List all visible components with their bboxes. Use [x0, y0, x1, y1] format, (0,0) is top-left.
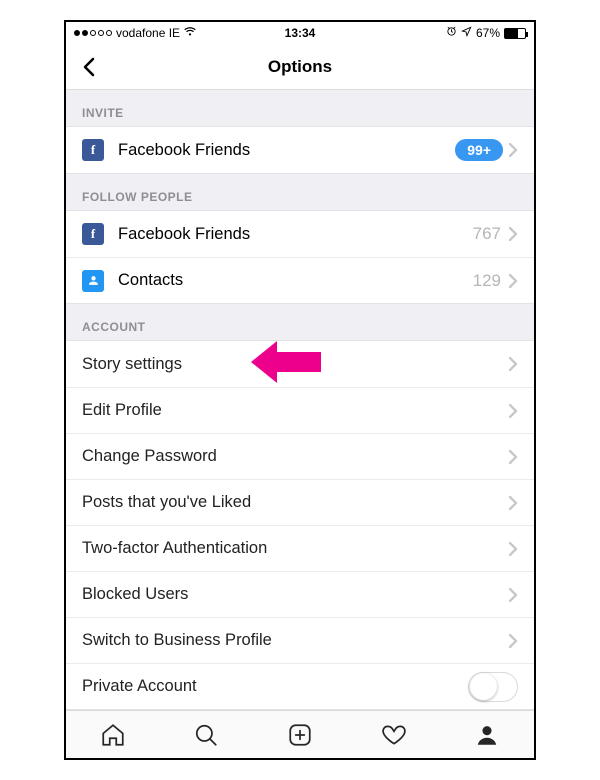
private-account-row[interactable]: Private Account — [66, 663, 534, 709]
count-badge: 99+ — [455, 139, 503, 161]
tab-new-post[interactable] — [253, 711, 347, 758]
chevron-right-icon — [509, 496, 518, 510]
facebook-icon: f — [82, 223, 104, 245]
section-header-invite: INVITE — [66, 90, 534, 126]
search-icon — [193, 722, 219, 748]
row-count: 129 — [473, 271, 501, 291]
row-label: Change Password — [82, 447, 509, 466]
follow-list: f Facebook Friends 767 Contacts 129 — [66, 210, 534, 304]
row-label: Two-factor Authentication — [82, 539, 509, 558]
row-label: Private Account — [82, 677, 468, 696]
status-right: 67% — [446, 26, 526, 40]
section-header-follow: FOLLOW PEOPLE — [66, 174, 534, 210]
toggle-knob — [470, 673, 497, 700]
profile-icon — [474, 722, 500, 748]
signal-strength-icon — [74, 30, 112, 36]
chevron-right-icon — [509, 588, 518, 602]
row-label: Blocked Users — [82, 585, 509, 604]
battery-percent: 67% — [476, 26, 500, 40]
row-label: Facebook Friends — [118, 225, 473, 244]
location-icon — [461, 26, 472, 40]
two-factor-row[interactable]: Two-factor Authentication — [66, 525, 534, 571]
chevron-right-icon — [509, 404, 518, 418]
status-left: vodafone IE — [74, 26, 196, 40]
follow-facebook-friends-row[interactable]: f Facebook Friends 767 — [66, 211, 534, 257]
chevron-right-icon — [509, 450, 518, 464]
tab-activity[interactable] — [347, 711, 441, 758]
clock: 13:34 — [285, 26, 316, 40]
tab-profile[interactable] — [440, 711, 534, 758]
chevron-right-icon — [509, 542, 518, 556]
row-label: Facebook Friends — [118, 141, 455, 160]
invite-list: f Facebook Friends 99+ — [66, 126, 534, 174]
tab-search[interactable] — [160, 711, 254, 758]
switch-business-row[interactable]: Switch to Business Profile — [66, 617, 534, 663]
edit-profile-row[interactable]: Edit Profile — [66, 387, 534, 433]
contacts-icon — [82, 270, 104, 292]
tab-bar — [66, 710, 534, 758]
account-list: Story settings Edit Profile Change Passw… — [66, 340, 534, 710]
row-label: Posts that you've Liked — [82, 493, 509, 512]
phone-frame: vodafone IE 13:34 67% Options INVITE — [64, 20, 536, 760]
change-password-row[interactable]: Change Password — [66, 433, 534, 479]
status-bar: vodafone IE 13:34 67% — [66, 22, 534, 44]
blocked-users-row[interactable]: Blocked Users — [66, 571, 534, 617]
posts-liked-row[interactable]: Posts that you've Liked — [66, 479, 534, 525]
chevron-right-icon — [509, 634, 518, 648]
heart-icon — [381, 722, 407, 748]
carrier-label: vodafone IE — [116, 26, 180, 40]
row-label: Switch to Business Profile — [82, 631, 509, 650]
wifi-icon — [184, 27, 196, 39]
story-settings-row[interactable]: Story settings — [66, 341, 534, 387]
alarm-icon — [446, 26, 457, 40]
section-header-account: ACCOUNT — [66, 304, 534, 340]
chevron-right-icon — [509, 274, 518, 288]
facebook-icon: f — [82, 139, 104, 161]
row-label: Edit Profile — [82, 401, 509, 420]
chevron-right-icon — [509, 143, 518, 157]
back-button[interactable] — [76, 44, 102, 89]
chevron-left-icon — [82, 57, 96, 77]
invite-facebook-friends-row[interactable]: f Facebook Friends 99+ — [66, 127, 534, 173]
row-label: Contacts — [118, 271, 473, 290]
home-icon — [100, 722, 126, 748]
row-label: Story settings — [82, 355, 509, 374]
row-count: 767 — [473, 224, 501, 244]
plus-square-icon — [287, 722, 313, 748]
follow-contacts-row[interactable]: Contacts 129 — [66, 257, 534, 303]
settings-content: INVITE f Facebook Friends 99+ FOLLOW PEO… — [66, 90, 534, 710]
chevron-right-icon — [509, 357, 518, 371]
page-title: Options — [268, 57, 332, 77]
chevron-right-icon — [509, 227, 518, 241]
private-account-toggle[interactable] — [468, 672, 518, 702]
battery-icon — [504, 28, 526, 39]
tab-home[interactable] — [66, 711, 160, 758]
nav-header: Options — [66, 44, 534, 90]
